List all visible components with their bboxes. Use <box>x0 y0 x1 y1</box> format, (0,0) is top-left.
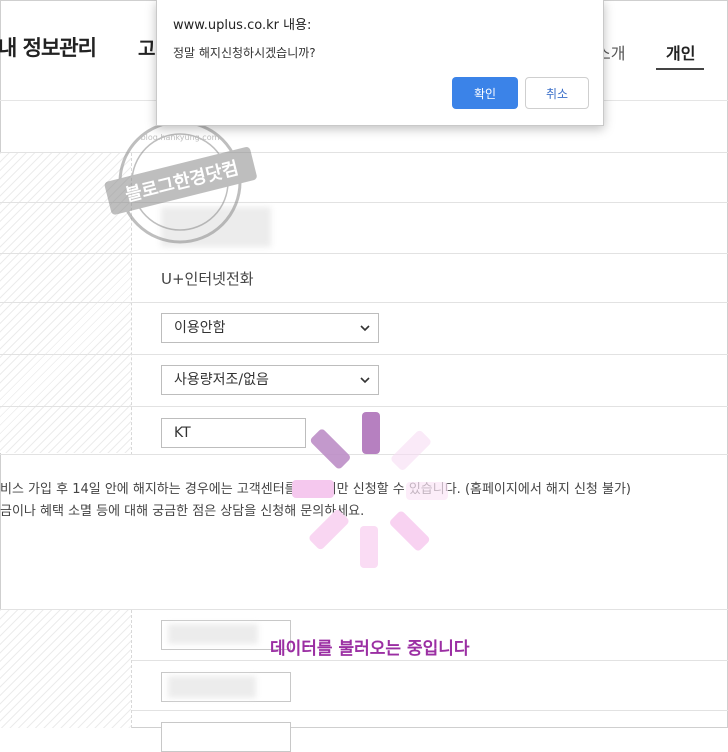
spinner-bar <box>309 510 349 550</box>
loading-spinner <box>292 412 448 568</box>
alert-dialog: www.uplus.co.kr 내용: 정말 해지신청하시겠습니까? 확인 취소 <box>156 0 604 126</box>
spinner-bar <box>310 429 350 469</box>
confirm-button[interactable]: 확인 <box>452 77 518 109</box>
svg-text:blog.hankyung.com: blog.hankyung.com <box>141 133 220 142</box>
carrier-field-value: KT <box>174 425 191 441</box>
row-divider <box>0 253 728 254</box>
form-column-divider <box>131 610 132 728</box>
nav-item-partial[interactable]: 고 <box>138 34 155 61</box>
service-name: U+인터넷전화 <box>161 270 254 288</box>
redacted-value <box>168 624 258 644</box>
row-divider <box>0 302 728 303</box>
chevron-down-icon <box>360 377 370 384</box>
spinner-bar <box>391 430 431 470</box>
loading-text: 데이터를 불러오는 중입니다 <box>270 639 470 659</box>
nav-active-indicator <box>656 68 704 70</box>
input-field[interactable] <box>161 722 291 752</box>
spinner-bar <box>360 526 378 568</box>
spinner-bar <box>390 511 430 551</box>
cancel-button[interactable]: 취소 <box>525 77 589 109</box>
spinner-bar <box>406 482 448 500</box>
reason-select[interactable]: 사용량저조/없음 <box>161 365 379 395</box>
usage-select-value: 이용안함 <box>174 320 226 336</box>
dialog-origin: www.uplus.co.kr 내용: <box>173 18 312 33</box>
chevron-down-icon <box>360 325 370 332</box>
nav-item-personal[interactable]: 개인 <box>666 40 695 64</box>
dialog-message: 정말 해지신청하시겠습니까? <box>173 46 316 60</box>
redacted-value <box>168 676 256 698</box>
page-title: 내 정보관리 <box>0 36 97 60</box>
row-divider <box>0 354 728 355</box>
watermark-seal: 블로그한경닷컴 blog.hankyung.com <box>104 120 257 244</box>
spinner-bar <box>362 412 380 454</box>
spinner-bar <box>292 480 334 498</box>
usage-select[interactable]: 이용안함 <box>161 313 379 343</box>
form-label-column <box>0 610 131 728</box>
reason-select-value: 사용량저조/없음 <box>174 372 269 388</box>
